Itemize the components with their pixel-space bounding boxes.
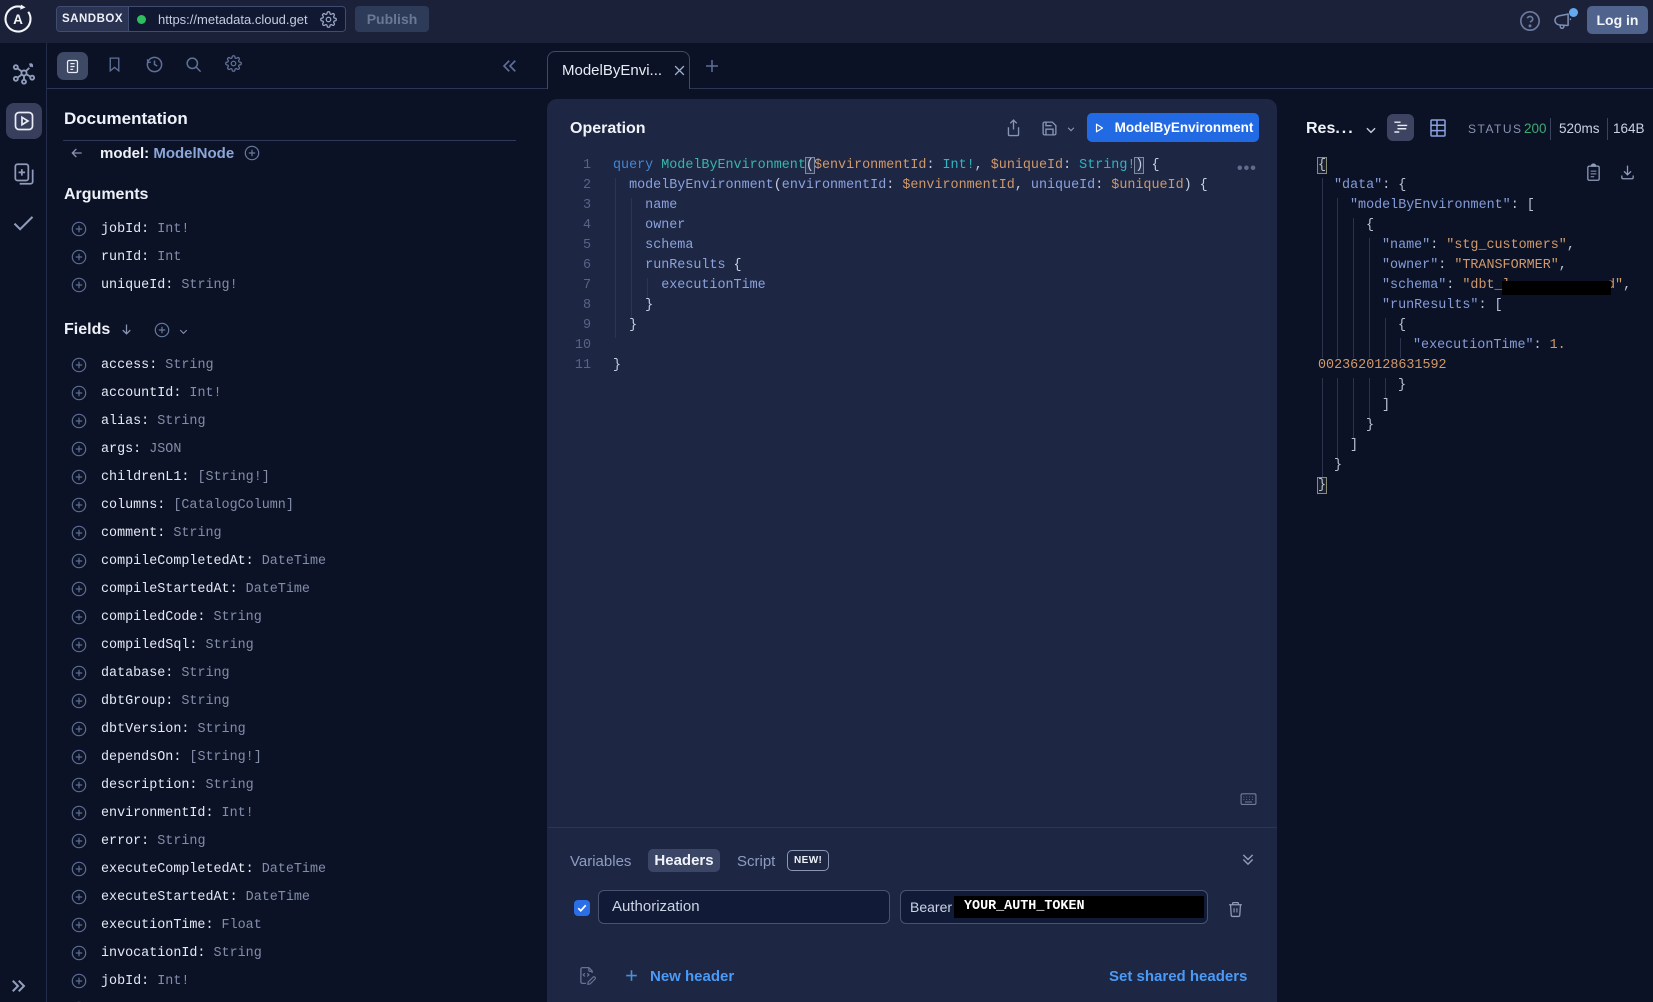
svg-text:A: A	[13, 12, 23, 27]
